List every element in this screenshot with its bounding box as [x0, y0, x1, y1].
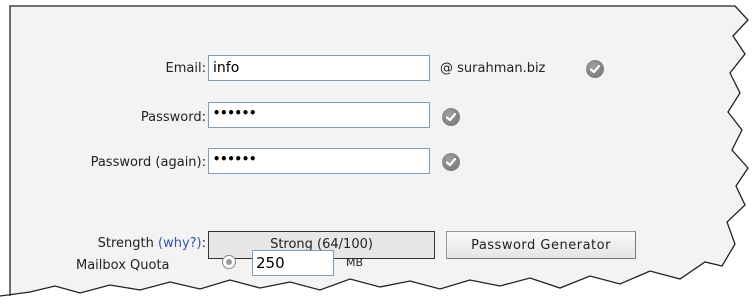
quota-input[interactable] [252, 250, 334, 276]
password-generator-button[interactable]: Password Generator [446, 231, 636, 259]
password-input[interactable]: •••••• [208, 102, 430, 128]
password-again-valid-check-icon [442, 153, 460, 171]
password-again-label: Password (again): [90, 155, 206, 170]
strength-label-text: Strength [97, 236, 154, 251]
strength-label: Strength (why?): [16, 236, 206, 251]
password-label: Password: [140, 110, 206, 125]
email-valid-check-icon [586, 60, 604, 78]
quota-unit: MB [346, 256, 364, 269]
mailbox-quota-label: Mailbox Quota [76, 258, 170, 273]
email-label: Email: [165, 61, 206, 76]
password-valid-check-icon [442, 108, 460, 126]
strength-label-colon: : [201, 236, 206, 251]
radio-selected-dot [226, 259, 232, 265]
password-again-input[interactable]: •••••• [208, 148, 430, 174]
email-input[interactable] [208, 55, 430, 81]
email-domain: @ surahman.biz [440, 61, 546, 76]
quota-radio[interactable] [222, 255, 236, 269]
why-link[interactable]: (why?) [158, 236, 202, 251]
